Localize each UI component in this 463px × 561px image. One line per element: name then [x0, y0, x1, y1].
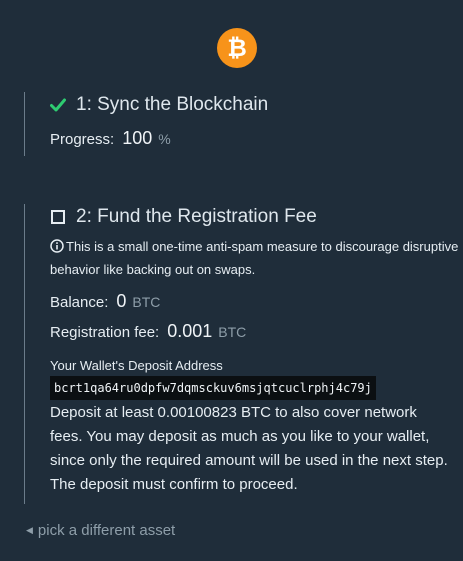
- svg-text:₿: ₿: [227, 34, 247, 62]
- progress-value: 100: [122, 128, 153, 148]
- checkbox-icon: [50, 209, 66, 225]
- step2-title: 2: Fund the Registration Fee: [76, 206, 317, 227]
- caret-left-icon: ◀: [26, 525, 33, 535]
- checkmark-icon: [50, 97, 66, 113]
- info-icon: [50, 238, 64, 259]
- step2-title-row: 2: Fund the Registration Fee: [50, 206, 463, 228]
- fee-unit: BTC: [218, 324, 247, 340]
- deposit-address[interactable]: bcrt1qa64ru0dpfw7dqmsckuv6msjqtcuclrphj4…: [50, 376, 376, 400]
- progress-label: Progress:: [50, 131, 115, 148]
- deposit-address-label: Your Wallet's Deposit Address: [50, 358, 223, 373]
- bitcoin-icon: ₿: [227, 34, 247, 62]
- info-text: This is a small one-time anti-spam measu…: [50, 239, 459, 277]
- balance-label: Balance:: [50, 294, 109, 311]
- back-link-label: pick a different asset: [37, 522, 176, 539]
- bitcoin-logo: ₿: [217, 28, 257, 68]
- step-fund-registration: 2: Fund the Registration Fee This is a s…: [24, 204, 463, 504]
- fee-value: 0.001: [167, 321, 213, 341]
- step1-title-row: 1: Sync the Blockchain: [50, 94, 268, 116]
- balance-value: 0: [116, 291, 127, 311]
- pick-different-asset-link[interactable]: ◀ pick a different asset: [26, 522, 175, 539]
- fee-row: Registration fee: 0.001 BTC: [50, 321, 463, 342]
- step1-title: 1: Sync the Blockchain: [76, 94, 269, 115]
- fee-label: Registration fee:: [50, 324, 160, 341]
- info-note: This is a small one-time anti-spam measu…: [50, 236, 463, 280]
- progress-row: Progress: 100 %: [50, 128, 268, 149]
- balance-row: Balance: 0 BTC: [50, 291, 463, 312]
- step-sync-blockchain: 1: Sync the Blockchain Progress: 100 %: [24, 92, 268, 156]
- progress-unit: %: [158, 131, 171, 147]
- balance-unit: BTC: [132, 294, 161, 310]
- deposit-note: Deposit at least 0.00100823 BTC to also …: [50, 404, 448, 493]
